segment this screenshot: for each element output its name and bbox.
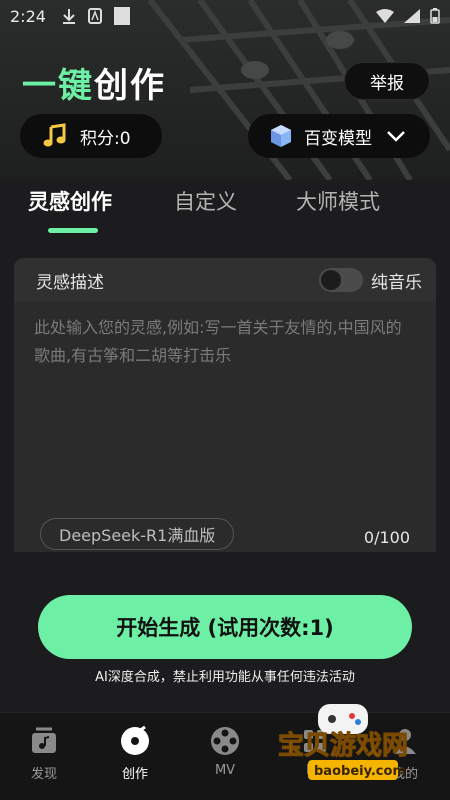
signal-icon (404, 9, 420, 23)
chevron-down-icon (387, 131, 405, 142)
model-label: 百变模型 (304, 128, 372, 149)
nav-mv[interactable]: MV (195, 725, 255, 778)
page-title-rest: 创作 (94, 66, 166, 106)
site-watermark: 宝贝游戏网 baobeiy.com (278, 704, 409, 780)
square-notification-icon (113, 7, 130, 25)
pure-music-label: 纯音乐 (371, 272, 422, 293)
music-box-icon (32, 727, 56, 753)
engine-chip[interactable]: DeepSeek-R1满血版 (40, 518, 235, 550)
status-time: 2:24 (10, 6, 46, 26)
film-reel-icon (211, 727, 239, 755)
music-note-icon (43, 123, 66, 147)
points-label: 积分:0 (80, 128, 131, 149)
generate-button[interactable]: 开始生成 (试用次数:1) (38, 595, 412, 659)
editor-header: 灵感描述 纯音乐 (14, 258, 436, 302)
watermark-title: 宝贝游戏网 (278, 730, 408, 761)
report-button[interactable]: 举报 (344, 62, 430, 100)
vinyl-disc-icon (121, 725, 149, 755)
nav-mv-label: MV (214, 763, 236, 778)
page-title-accent: 一键 (22, 66, 94, 106)
download-icon (62, 9, 75, 24)
tab-inspiration[interactable]: 灵感创作 (28, 186, 112, 216)
points-badge[interactable]: 积分:0 (20, 114, 162, 158)
tab-custom[interactable]: 自定义 (174, 186, 237, 216)
nav-create[interactable]: 创作 (105, 725, 165, 782)
disclaimer-text: AI深度合成，禁止利用功能从事任何违法活动 (95, 670, 355, 685)
tab-master-mode[interactable]: 大师模式 (296, 186, 380, 216)
nav-create-label: 创作 (121, 767, 148, 782)
app-notification-icon (87, 8, 102, 24)
status-bar: 2:24 (0, 0, 450, 32)
inspiration-editor: 灵感描述 纯音乐 此处输入您的灵感,例如:写一首关于友情的,中国风的歌曲,有古筝… (14, 258, 436, 552)
active-tab-indicator (48, 228, 98, 233)
toggle-knob (321, 270, 341, 290)
battery-icon (430, 8, 440, 24)
pure-music-toggle[interactable] (319, 268, 363, 292)
model-selector[interactable]: 百变模型 (248, 114, 430, 158)
watermark-url: baobeiy.com (314, 764, 406, 779)
mode-tabs: 灵感创作 自定义 大师模式 (0, 186, 450, 236)
page-title: 一键创作 (22, 58, 166, 107)
cube-icon (271, 125, 291, 147)
inspiration-input[interactable]: 此处输入您的灵感,例如:写一首关于友情的,中国风的歌曲,有古筝和二胡等打击乐 (34, 314, 414, 370)
char-counter: 0/100 (363, 528, 410, 547)
nav-discover[interactable]: 发现 (14, 725, 74, 782)
wifi-icon (376, 9, 394, 23)
nav-discover-label: 发现 (30, 767, 57, 782)
editor-label: 灵感描述 (36, 272, 104, 293)
